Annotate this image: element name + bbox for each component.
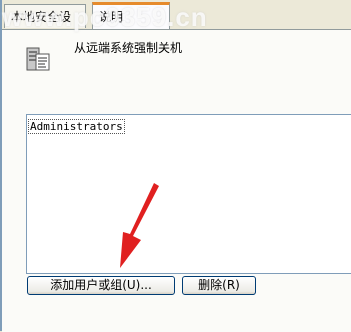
tab-strip: 本地安全设置 说明: [2, 0, 351, 48]
add-user-or-group-button[interactable]: 添加用户或组(U)...: [27, 276, 175, 295]
properties-dialog: 本地安全设置 说明 www.pc0359.cn 从远端系统强制关机 Admini…: [0, 0, 351, 332]
users-groups-listbox[interactable]: Administrators: [26, 114, 351, 274]
policy-title: 从远端系统强制关机: [74, 41, 183, 55]
tab-local-security-setting[interactable]: 本地安全设置: [4, 4, 86, 48]
server-policy-icon: [26, 47, 50, 71]
list-item-administrators[interactable]: Administrators: [28, 119, 125, 134]
tab-explain[interactable]: 说明: [92, 2, 170, 29]
remove-button[interactable]: 删除(R): [182, 276, 256, 295]
